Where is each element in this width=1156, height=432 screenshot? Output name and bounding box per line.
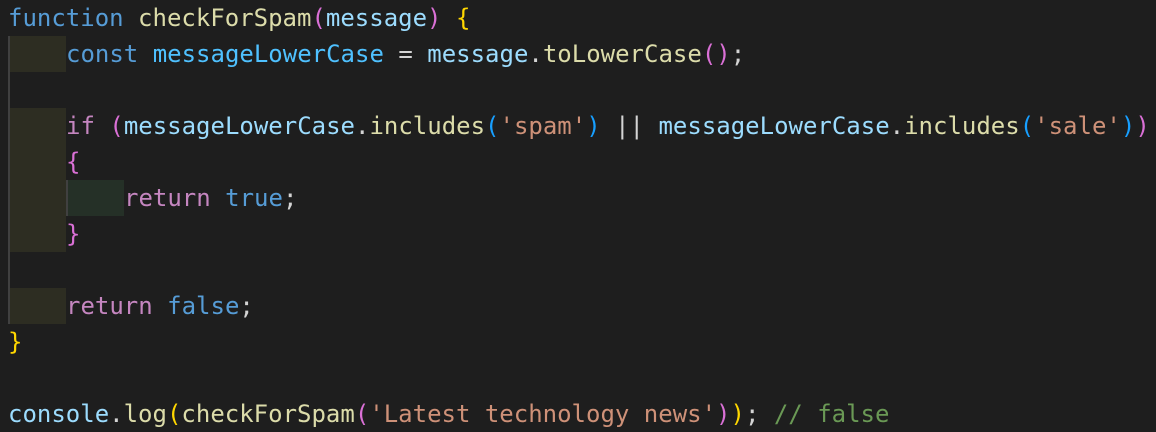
dot: .	[109, 400, 124, 428]
semicolon: ;	[239, 292, 254, 320]
code-line-12[interactable]: console.log(checkForSpam('Latest technol…	[8, 396, 889, 432]
dot: .	[528, 40, 543, 68]
variable: messageLowerCase	[123, 112, 355, 140]
string: 'Latest technology news'	[369, 400, 717, 428]
boolean: true	[225, 184, 283, 212]
method: log	[123, 400, 167, 428]
paren: )	[1120, 112, 1136, 140]
dot: .	[889, 112, 905, 140]
paren: (	[311, 4, 326, 32]
comment: // false	[773, 400, 890, 428]
paren: (	[109, 112, 124, 140]
paren: ()	[701, 40, 731, 68]
function-name: checkForSpam	[138, 4, 312, 32]
code-line-1[interactable]: function checkForSpam(message) {	[8, 0, 470, 36]
keyword: return	[66, 292, 153, 320]
variable: messageLowerCase	[152, 40, 384, 68]
code-editor[interactable]: function checkForSpam(message) { const m…	[0, 0, 1156, 432]
keyword: if	[66, 112, 95, 140]
function-call: checkForSpam	[181, 400, 355, 428]
semicolon: ;	[730, 40, 746, 68]
paren: (	[166, 400, 182, 428]
method: includes	[369, 112, 486, 140]
object: message	[427, 40, 529, 68]
string: 'sale'	[1034, 112, 1121, 140]
paren: )	[730, 400, 745, 428]
paren: )	[427, 4, 442, 32]
object: console	[8, 400, 110, 428]
operator: =	[398, 40, 413, 68]
keyword: function	[8, 4, 124, 32]
method: includes	[904, 112, 1020, 140]
boolean: false	[167, 292, 240, 320]
code-line-9[interactable]: return false;	[8, 288, 254, 324]
paren: (	[354, 400, 370, 428]
paren: )	[1135, 112, 1150, 140]
code-line-7[interactable]: }	[8, 216, 80, 252]
paren: )	[586, 112, 601, 140]
brace: }	[8, 328, 23, 356]
keyword: return	[124, 184, 211, 212]
method: toLowerCase	[542, 40, 702, 68]
dot: .	[355, 112, 370, 140]
variable: messageLowerCase	[658, 112, 890, 140]
code-line-10[interactable]: }	[8, 324, 22, 360]
semicolon: ;	[282, 184, 298, 212]
paren: )	[716, 400, 731, 428]
brace: {	[455, 4, 471, 32]
code-line-6[interactable]: return true;	[8, 180, 297, 216]
brace: {	[66, 148, 81, 176]
brace: }	[66, 220, 81, 248]
keyword: const	[66, 40, 139, 68]
operator: ||	[615, 112, 645, 140]
parameter: message	[325, 4, 428, 32]
code-line-2[interactable]: const messageLowerCase = message.toLower…	[8, 36, 745, 72]
code-line-4[interactable]: if (messageLowerCase.includes('spam') ||…	[8, 108, 1150, 144]
code-line-5[interactable]: {	[8, 144, 80, 180]
string: 'spam'	[499, 112, 587, 140]
paren: (	[485, 112, 500, 140]
paren: (	[1019, 112, 1035, 140]
semicolon: ;	[744, 400, 760, 428]
